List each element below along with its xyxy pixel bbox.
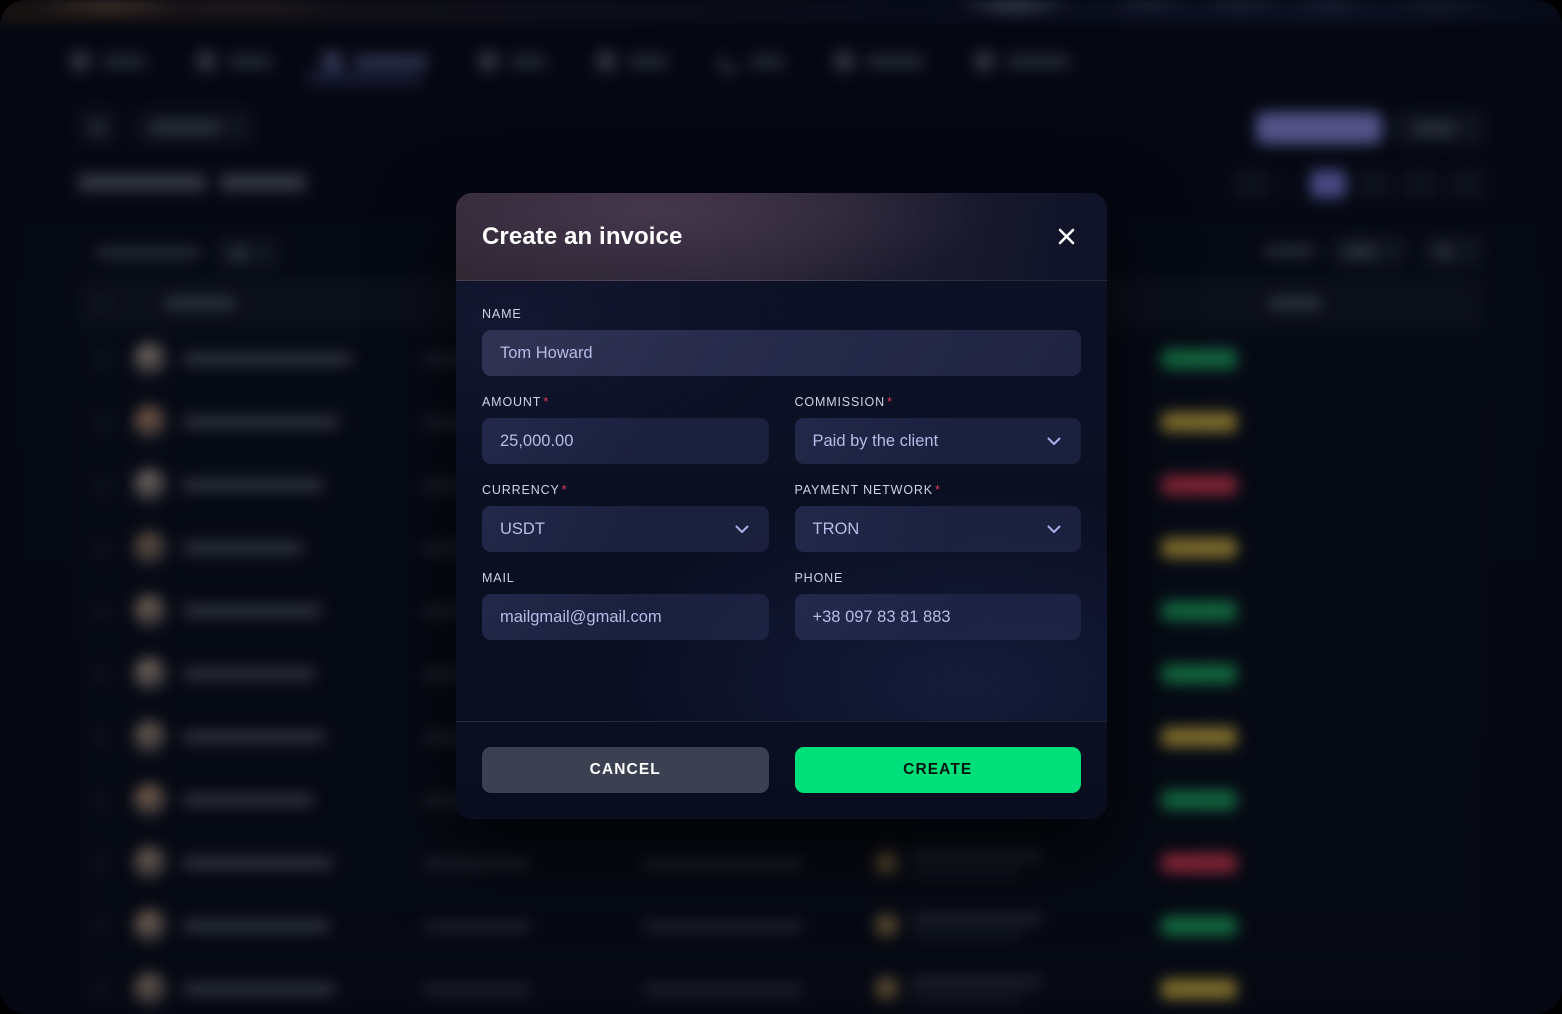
label-text-commission: COMMISSION (794, 395, 885, 409)
field-label-mail: MAIL (482, 571, 769, 585)
commission-select[interactable]: Paid by the client (794, 418, 1081, 464)
amount-input[interactable]: 25,000.00 (482, 418, 769, 464)
network-select[interactable]: TRON (794, 506, 1081, 552)
label-text-name: NAME (482, 307, 522, 321)
field-label-amount: AMOUNT * (482, 395, 769, 409)
modal-footer: CANCEL CREATE (456, 722, 1107, 818)
required-marker-currency: * (561, 482, 568, 497)
field-label-currency: CURRENCY * (482, 483, 769, 497)
currency-select[interactable]: USDT (482, 506, 769, 552)
label-text-currency: CURRENCY (482, 483, 560, 497)
field-label-network: PAYMENT NETWORK * (795, 483, 1082, 497)
cancel-button[interactable]: CANCEL (482, 747, 769, 793)
label-text-amount: AMOUNT (482, 395, 542, 409)
required-marker-commission: * (886, 394, 893, 409)
mail-input[interactable]: mailgmail@gmail.com (482, 594, 769, 640)
create-button[interactable]: CREATE (794, 747, 1081, 793)
field-mail: MAIL mailgmail@gmail.com (482, 571, 769, 640)
phone-input[interactable]: +38 097 83 81 883 (794, 594, 1081, 640)
chevron-down-icon (1043, 518, 1065, 540)
field-phone: PHONE +38 097 83 81 883 (794, 571, 1082, 640)
label-text-network: PAYMENT NETWORK (794, 483, 933, 497)
network-value: TRON (812, 519, 860, 538)
label-text-mail: MAIL (482, 571, 515, 585)
field-amount: AMOUNT * 25,000.00 (482, 395, 769, 464)
field-label-name: NAME (482, 307, 1081, 321)
modal-title: Create an invoice (482, 222, 683, 250)
name-input[interactable]: Tom Howard (482, 330, 1081, 376)
required-marker-amount: * (543, 394, 550, 409)
modal-body: NAME Tom Howard AMOUNT * 25,000.00 COMMI… (456, 281, 1107, 722)
chevron-down-icon (1043, 430, 1065, 452)
field-network: PAYMENT NETWORK * TRON (794, 483, 1082, 552)
required-marker-network: * (934, 482, 941, 497)
currency-value: USDT (500, 519, 545, 538)
create-invoice-modal: Create an invoice NAME Tom Howard AMOUNT (456, 193, 1107, 819)
field-name: NAME Tom Howard (482, 307, 1081, 376)
field-label-commission: COMMISSION * (795, 395, 1082, 409)
field-currency: CURRENCY * USDT (482, 483, 769, 552)
app-window: Create an invoice NAME Tom Howard AMOUNT (0, 0, 1562, 1014)
modal-header: Create an invoice (456, 193, 1107, 281)
label-text-phone: PHONE (794, 571, 844, 585)
commission-value: Paid by the client (812, 431, 939, 450)
close-icon[interactable] (1051, 222, 1081, 252)
chevron-down-icon (731, 518, 753, 540)
field-label-phone: PHONE (795, 571, 1082, 585)
field-commission: COMMISSION * Paid by the client (794, 395, 1082, 464)
